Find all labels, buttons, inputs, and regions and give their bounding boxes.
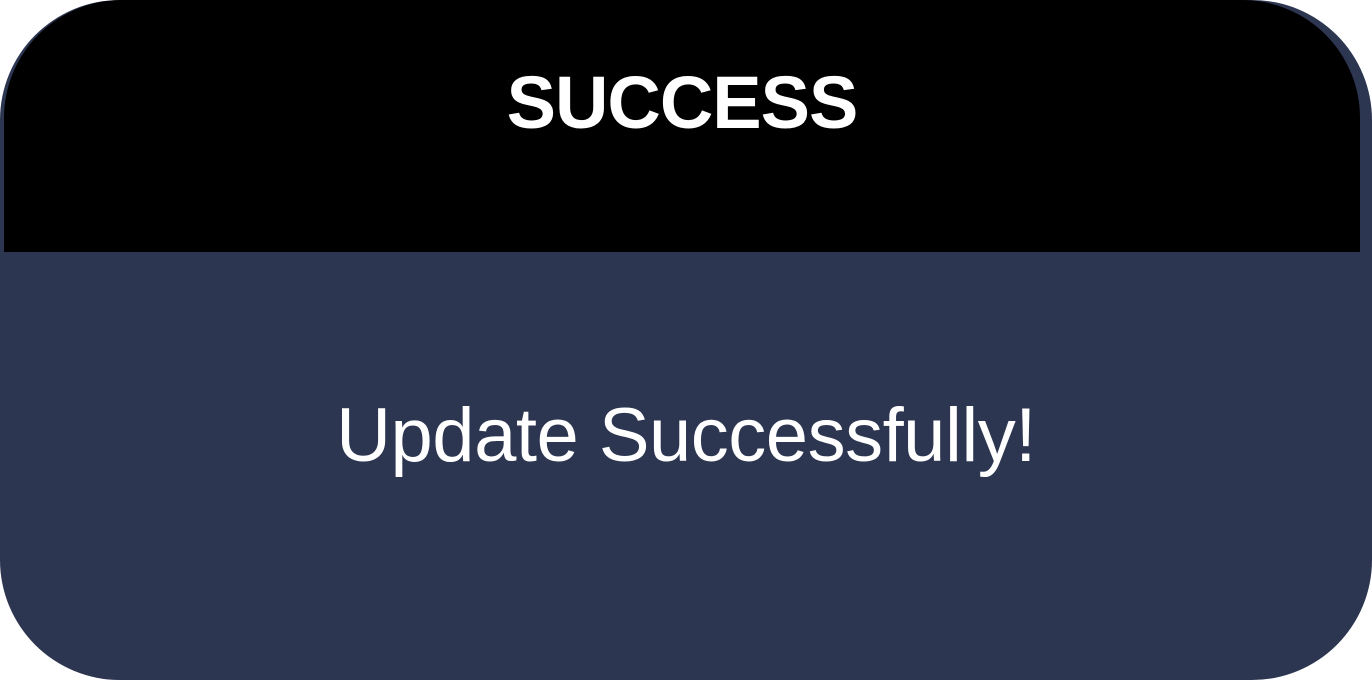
dialog-header: SUCCESS [4,0,1360,252]
dialog-body: Update Successfully! [0,252,1372,680]
dialog-message: Update Successfully! [336,393,1036,478]
success-dialog: SUCCESS Update Successfully! [0,0,1372,680]
dialog-title: SUCCESS [506,61,859,144]
